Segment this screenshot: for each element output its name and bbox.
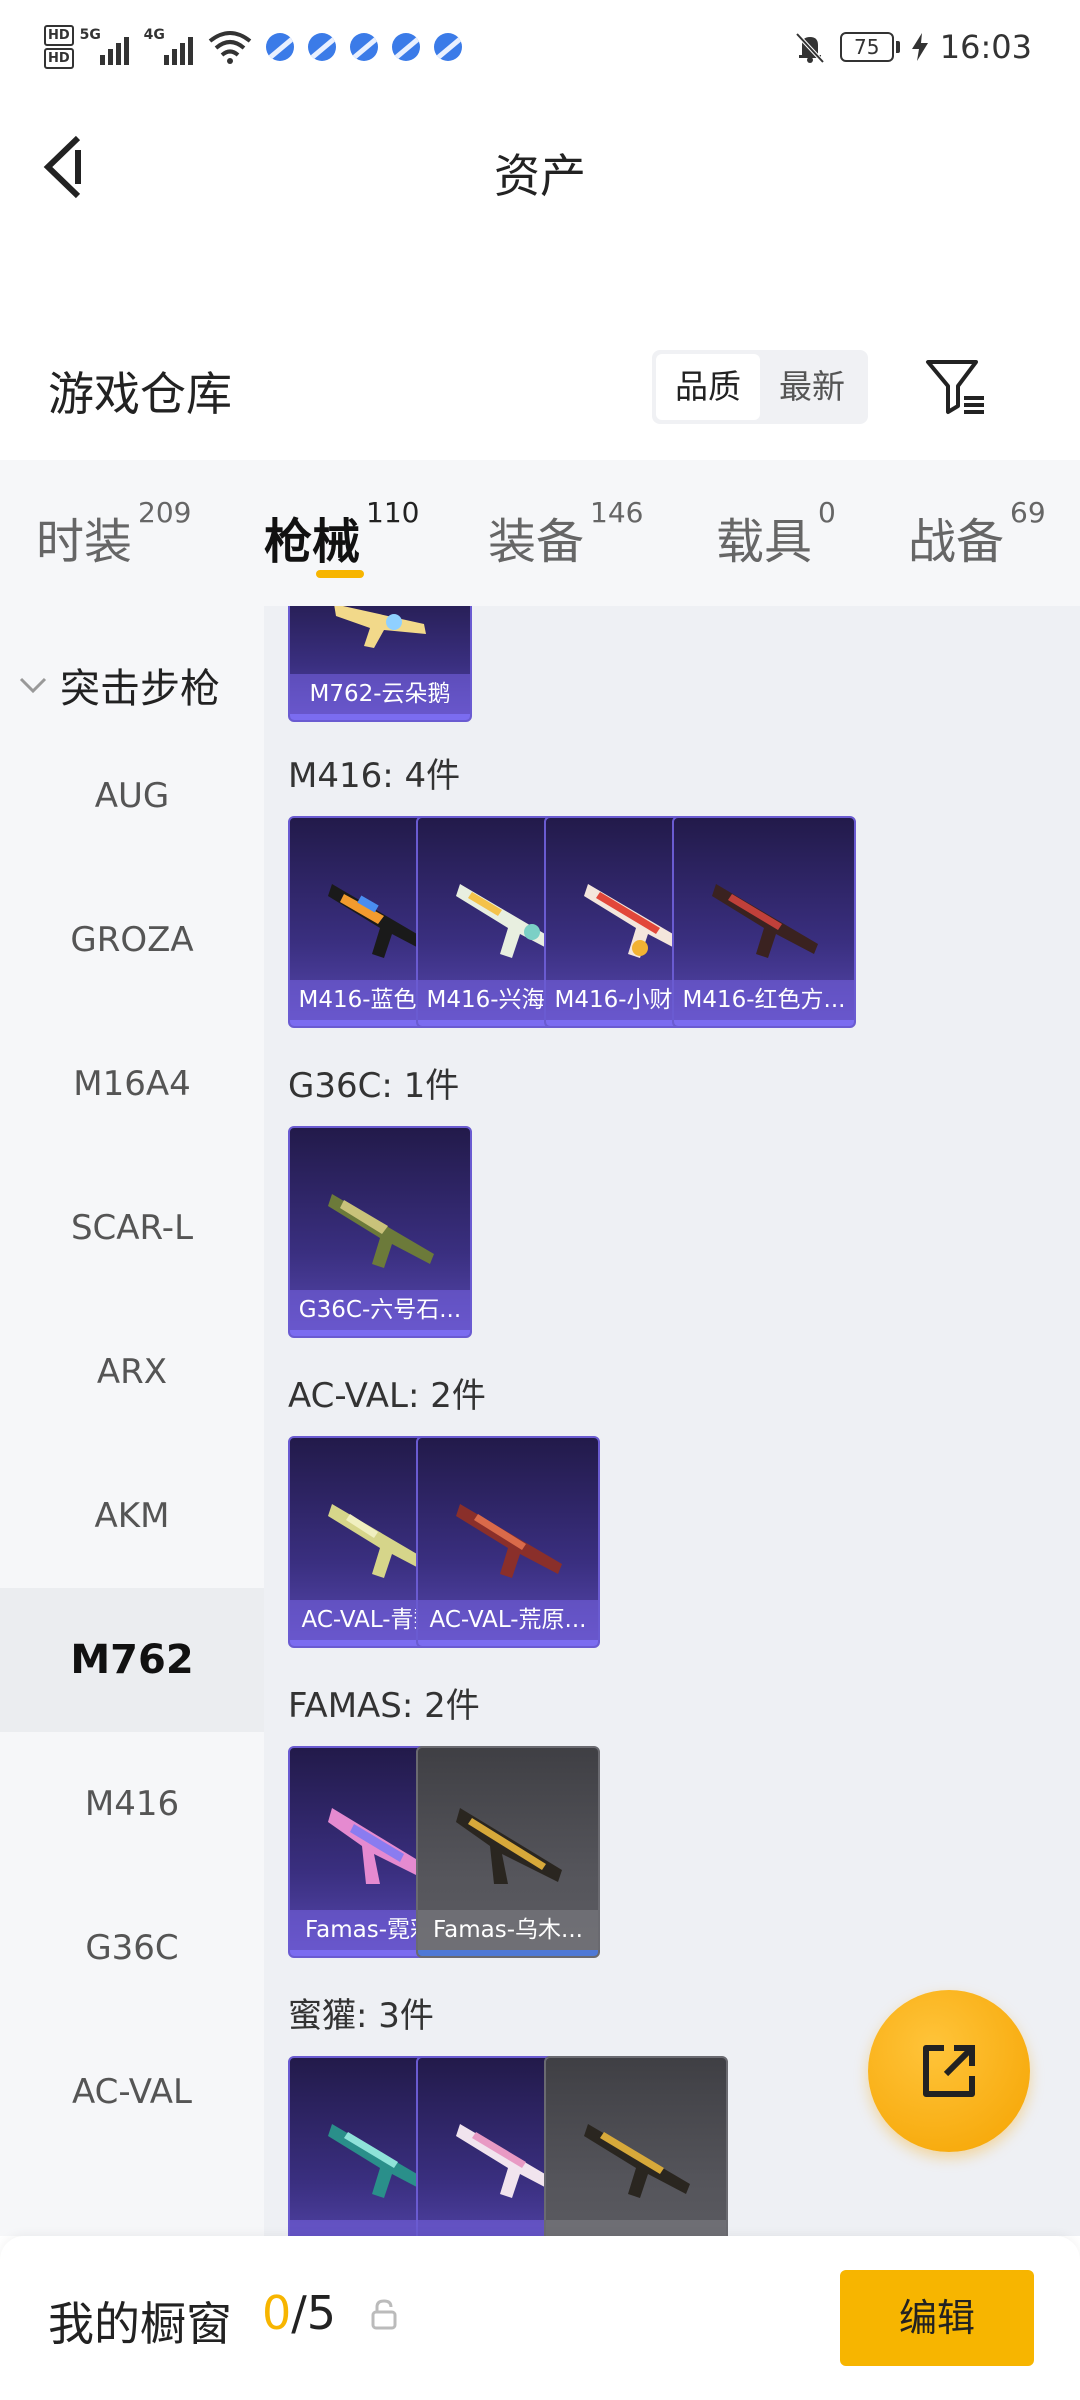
weapon-card-label: M416-红色方... [674,980,854,1020]
hd-indicator: HD HD [44,24,74,70]
hd-label-2: HD [44,48,74,69]
showcase-count: 0/5 [262,2286,336,2340]
sidebar-item-akm[interactable]: AKM [0,1444,264,1588]
network-gen-5g: 5G [79,27,101,43]
sidebar-item-m416[interactable]: M416 [0,1732,264,1876]
gun-skin-image [334,606,426,648]
hd-label-1: HD [44,25,74,46]
showcase-current: 0 [262,2286,292,2340]
sidebar-item-groza[interactable]: GROZA [0,868,264,1012]
sidebar-item-m16a4[interactable]: M16A4 [0,1012,264,1156]
app-notification-icon [349,33,378,61]
weapon-card[interactable]: G36C-六号石... [288,1126,472,1338]
chevron-down-icon [19,677,47,694]
tab-count: 69 [1010,496,1046,529]
battery-level: 75 [839,32,894,62]
weapon-card[interactable]: M762-云朵鹅 [288,606,472,722]
weapon-card-label: AC-VAL-荒原... [418,1600,598,1640]
tab-equipment[interactable]: 装备146 [488,496,643,572]
app-notification-icon [265,33,294,61]
tab-count: 110 [366,496,420,529]
category-tabs: 时装209 枪械110 装备146 载具0 战备69 [0,460,1080,606]
app-notification-icon [391,33,420,61]
filter-icon[interactable] [924,356,988,416]
weapon-card-label: G36C-六号石... [290,1290,470,1330]
warehouse-title: 游戏仓库 [48,367,232,421]
sidebar-item-arx[interactable]: ARX [0,1300,264,1444]
weapon-card[interactable]: Famas-乌木... [416,1746,600,1958]
tab-supplies[interactable]: 战备69 [908,496,1046,572]
wifi-icon [208,31,251,64]
tab-vehicles[interactable]: 载具0 [716,496,836,572]
gun-skin-image [456,1504,562,1578]
external-link-icon [923,2045,975,2097]
gun-skin-image [456,1808,562,1884]
status-left: HD HD 5G 4G [44,24,462,70]
sidebar-group-label: 突击步枪 [60,666,220,712]
app-notification-icon [307,33,336,61]
gun-skin-image [328,1194,434,1268]
network-gen-4g: 4G [143,27,165,43]
weapon-card[interactable]: M416-红色方... [672,816,856,1028]
showcase-label: 我的橱窗 [48,2297,232,2351]
page-title: 资产 [494,149,586,203]
status-bar: HD HD 5G 4G 75 16:03 [0,0,1080,100]
weapon-type-sidebar: 突击步枪 AUG GROZA M16A4 SCAR-L ARX AKM M762… [0,606,264,2236]
sidebar-item-g36c[interactable]: G36C [0,1876,264,2020]
clock: 16:03 [939,28,1032,66]
sidebar-item-aug[interactable]: AUG [0,724,264,868]
weapon-card-label [546,2220,726,2236]
tab-label: 载具 [716,514,813,570]
tab-count: 146 [590,496,644,529]
share-button[interactable] [868,1990,1030,2152]
edit-button[interactable]: 编辑 [840,2270,1034,2366]
mute-bell-icon [795,32,825,64]
sort-toggle: 品质 最新 [652,350,868,424]
showcase-total: /5 [291,2286,337,2340]
showcase-bar: 我的橱窗 0/5 编辑 [0,2236,1080,2400]
weapon-card[interactable]: AC-VAL-荒原... [416,1436,600,1648]
signal-4g-icon: 4G [144,25,202,69]
tab-count: 0 [818,496,836,529]
lock-icon [371,2299,397,2330]
weapon-card-label: Famas-乌木... [418,1910,598,1950]
battery-icon: 75 [839,32,900,62]
sort-option-latest[interactable]: 最新 [760,354,864,420]
section-title-m416: M416: 4件 [288,756,461,796]
tab-label: 装备 [488,514,585,570]
sidebar-group-assault-rifles[interactable]: 突击步枪 [18,656,220,714]
section-title-ac-val: AC-VAL: 2件 [288,1376,486,1416]
sidebar-item-ac-val[interactable]: AC-VAL [0,2020,264,2164]
tab-indicator [316,570,364,578]
tab-outfits[interactable]: 时装209 [36,496,191,572]
weapon-card[interactable] [544,2056,728,2236]
app-notification-icon [433,33,462,61]
gun-skin-image [712,884,818,958]
charging-icon [911,33,928,61]
status-right: 75 16:03 [792,28,1032,66]
section-title-famas: FAMAS: 2件 [288,1686,480,1726]
tab-label: 枪械 [264,514,361,570]
sort-option-quality[interactable]: 品质 [656,354,760,420]
section-title-honey-badger: 蜜獾: 3件 [288,1996,434,2036]
weapon-card-label: M762-云朵鹅 [290,674,470,714]
sidebar-item-scar-l[interactable]: SCAR-L [0,1156,264,1300]
sidebar-item-m762[interactable]: M762 [0,1588,264,1732]
signal-5g-icon: 5G [80,25,138,69]
section-title-g36c: G36C: 1件 [288,1066,460,1106]
gun-skin-image [584,2124,690,2198]
tab-count: 209 [138,496,192,529]
tab-label: 时装 [36,514,133,570]
tab-weapons[interactable]: 枪械110 [264,496,419,572]
tab-label: 战备 [908,514,1005,570]
